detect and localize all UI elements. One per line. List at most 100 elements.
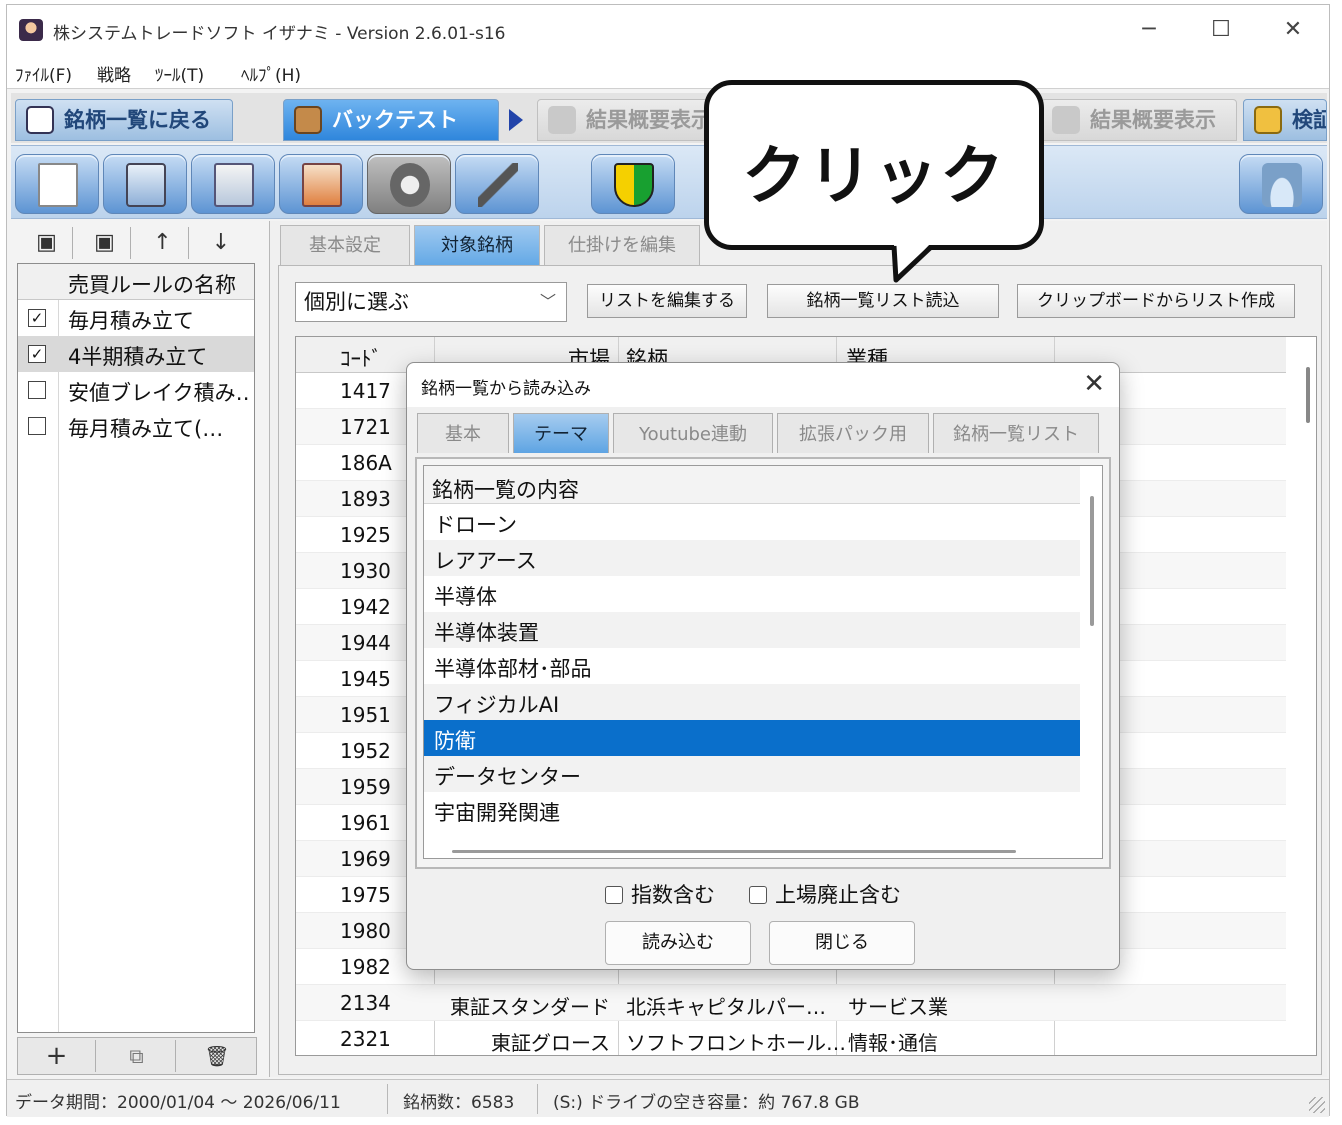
stock-selection-dropdown[interactable]: 個別に選ぶ ﹀ — [295, 282, 567, 322]
theme-label: 半導体 — [434, 585, 497, 609]
dialog-close-icon[interactable]: ✕ — [1083, 369, 1105, 399]
rule-checkbox[interactable]: ✓ — [28, 345, 46, 363]
edit-list-button[interactable]: リストを編集する — [587, 284, 747, 318]
rule-list-header: 売買ルールの名称 — [18, 264, 254, 300]
theme-list-item[interactable]: 半導体 — [424, 576, 1080, 612]
theme-list-item[interactable]: 半導体装置 — [424, 612, 1080, 648]
load-strategy-button[interactable] — [103, 154, 187, 214]
dialog-tab-theme[interactable]: テーマ — [513, 413, 609, 453]
run-backtest-button[interactable] — [1239, 154, 1323, 214]
eye-icon — [26, 106, 54, 134]
rule-label: 4半期積み立て — [68, 345, 208, 369]
dialog-tab-youtube[interactable]: Youtube連動 — [613, 413, 773, 453]
checkbox-box[interactable] — [749, 886, 767, 904]
load-button[interactable]: 読み込む — [605, 921, 751, 965]
tab-result-summary[interactable]: 結果概要表示 — [537, 99, 713, 141]
copy-rule-button[interactable]: ⧉ — [98, 1040, 176, 1072]
rule-toolbar: ▣ ▣ ↑ ↓ — [17, 225, 257, 261]
cell-market: 東証グロース — [491, 1031, 610, 1055]
checkbox-box[interactable] — [605, 886, 623, 904]
save-icon[interactable]: ▣ — [21, 227, 73, 259]
dialog-title: 銘柄一覧から読み込み — [421, 379, 591, 399]
tab-target-stocks[interactable]: 対象銘柄 — [414, 225, 540, 265]
theme-list-item[interactable]: データセンター — [424, 756, 1080, 792]
table-row[interactable]: 2321 東証グロース ソフトフロントホール… 情報･通信 — [296, 1021, 1286, 1055]
theme-label: 半導体装置 — [434, 621, 539, 645]
export-button[interactable] — [191, 154, 275, 214]
menu-file[interactable]: ﾌｧｲﾙ(F) — [15, 61, 72, 86]
wrench-icon — [478, 163, 518, 207]
arrow-down-icon[interactable]: ↓ — [195, 227, 247, 259]
cell-code: 1980 — [340, 919, 391, 943]
menu-bar: ﾌｧｲﾙ(F) 戦略 ﾂｰﾙ(T) ﾍﾙﾌﾟ(H) — [7, 55, 1329, 89]
vertical-scrollbar[interactable] — [1306, 367, 1310, 423]
chart-icon — [548, 106, 576, 134]
table-row[interactable]: 2134 東証スタンダード 北浜キャピタルパー… サービス業 — [296, 985, 1286, 1021]
cell-sector: 情報･通信 — [848, 1031, 938, 1055]
tools-button[interactable] — [367, 154, 451, 214]
maximize-button[interactable]: ☐ — [1201, 15, 1241, 45]
save-as-icon[interactable]: ▣ — [79, 227, 131, 259]
tab-verify[interactable]: 検証 — [1243, 99, 1327, 141]
theme-list-item[interactable]: レアアース — [424, 540, 1080, 576]
minimize-button[interactable]: ─ — [1129, 15, 1169, 45]
tab-basic-settings[interactable]: 基本設定 — [280, 225, 410, 265]
theme-list-item[interactable]: 宇宙開発関連 — [424, 792, 1080, 828]
checkbox-label: 上場廃止含む — [775, 883, 901, 907]
rule-checkbox[interactable] — [28, 417, 46, 435]
tab-edit-entry[interactable]: 仕掛けを編集 — [544, 225, 700, 265]
callout-tail-icon — [891, 244, 932, 283]
tab-label: 検証 — [1292, 108, 1326, 132]
theme-list-item[interactable]: 防衛 — [424, 720, 1080, 756]
arrow-up-icon[interactable]: ↑ — [137, 227, 189, 259]
rule-row[interactable]: 安値ブレイク積み… — [18, 372, 254, 408]
chevron-down-icon: ﹀ — [539, 292, 556, 311]
new-button[interactable] — [15, 154, 99, 214]
tab-scroll-arrow-icon[interactable] — [509, 109, 523, 131]
cell-name: 北浜キャピタルパー… — [626, 995, 826, 1019]
theme-label: 半導体部材･部品 — [434, 657, 592, 681]
tab-back-to-list[interactable]: 銘柄一覧に戻る — [15, 99, 233, 141]
add-rule-button[interactable]: + — [18, 1040, 96, 1072]
load-stock-list-button[interactable]: 銘柄一覧リスト読込 — [767, 284, 999, 318]
close-window-button[interactable]: ✕ — [1273, 15, 1313, 45]
dialog-tab-extension[interactable]: 拡張パック用 — [777, 413, 929, 453]
import-button[interactable] — [279, 154, 363, 214]
cell-code: 1959 — [340, 775, 391, 799]
beginner-mark-icon — [614, 163, 654, 207]
delete-rule-button[interactable]: 🗑 — [178, 1040, 256, 1072]
menu-tools[interactable]: ﾂｰﾙ(T) — [155, 61, 204, 86]
rule-checkbox[interactable] — [28, 381, 46, 399]
cell-code: 1944 — [340, 631, 391, 655]
cell-market: 東証スタンダード — [450, 995, 610, 1019]
include-delisted-checkbox[interactable]: 上場廃止含む — [749, 879, 901, 909]
tab-result-summary-2[interactable]: 結果概要表示 — [1041, 99, 1237, 141]
dialog-tab-stock-list[interactable]: 銘柄一覧リスト — [933, 413, 1099, 453]
theme-list: 銘柄一覧の内容 ドローン レアアース 半導体 半導体装置 半導体部材･部品 フィジカルAI… — [423, 465, 1103, 859]
tab-backtest[interactable]: バックテスト — [283, 99, 499, 141]
disk-space: (S:) ドライブの空き容量：約 767.8 GB — [553, 1093, 860, 1113]
clipboard-list-button[interactable]: クリップボードからリスト作成 — [1017, 284, 1295, 318]
data-period: データ期間：2000/01/04 ～ 2026/06/11 — [15, 1093, 341, 1113]
rule-row[interactable]: ✓ 毎月積み立て — [18, 300, 254, 336]
rule-row[interactable]: 毎月積み立て(… — [18, 408, 254, 444]
menu-help[interactable]: ﾍﾙﾌﾟ(H) — [241, 61, 301, 86]
theme-list-item[interactable]: ドローン — [424, 504, 1080, 540]
status-bar: データ期間：2000/01/04 ～ 2026/06/11 銘柄数：6583 (… — [7, 1079, 1329, 1117]
vertical-scrollbar[interactable] — [1090, 496, 1094, 626]
rule-checkbox[interactable]: ✓ — [28, 309, 46, 327]
horizontal-scrollbar[interactable] — [452, 850, 1016, 853]
menu-strategy[interactable]: 戦略 — [97, 61, 131, 86]
resize-grip-icon[interactable] — [1309, 1097, 1325, 1113]
theme-list-item[interactable]: フィジカルAI — [424, 684, 1080, 720]
rule-name-header: 売買ルールの名称 — [68, 273, 236, 297]
dialog-tab-basic[interactable]: 基本 — [417, 413, 509, 453]
column-code[interactable]: ｺｰﾄﾞ — [340, 343, 382, 373]
settings-button[interactable] — [455, 154, 539, 214]
close-button[interactable]: 閉じる — [769, 921, 915, 965]
rule-row[interactable]: ✓ 4半期積み立て — [18, 336, 254, 372]
beginner-button[interactable] — [591, 154, 675, 214]
rule-actions: + ⧉ 🗑 — [17, 1037, 257, 1075]
theme-list-item[interactable]: 半導体部材･部品 — [424, 648, 1080, 684]
include-index-checkbox[interactable]: 指数含む — [605, 879, 715, 909]
